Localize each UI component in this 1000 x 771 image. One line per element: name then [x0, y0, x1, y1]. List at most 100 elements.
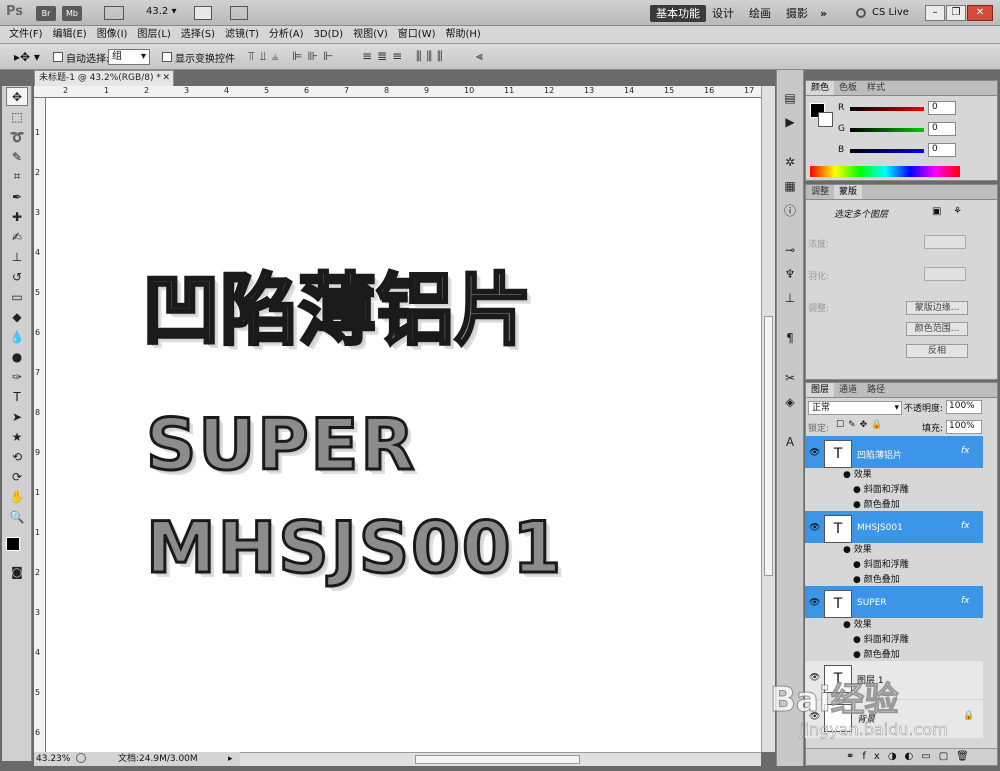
status-arrow-icon[interactable]: ▸ [228, 752, 233, 766]
tab-adjustments[interactable]: 调整 [806, 185, 834, 199]
info-panel-icon[interactable]: ⓘ [780, 200, 800, 220]
color-spectrum-bar[interactable] [810, 166, 960, 177]
history-panel-icon[interactable]: ▤ [780, 88, 800, 108]
actions-panel-icon[interactable]: ▶ [780, 112, 800, 132]
layer-name[interactable]: 凹陷薄铝片 [857, 448, 902, 461]
tab-styles[interactable]: 样式 [862, 81, 890, 95]
channel-g-slider[interactable] [850, 128, 924, 132]
eraser-tool-icon[interactable]: ▭ [6, 287, 28, 306]
layer-name[interactable]: SUPER [857, 598, 887, 608]
close-button[interactable]: ✕ [967, 5, 993, 21]
eye-icon[interactable]: ● [853, 500, 864, 510]
foreground-color-swatch[interactable] [6, 537, 20, 551]
auto-select-checkbox[interactable] [53, 52, 63, 62]
tab-masks[interactable]: 蒙版 [834, 185, 863, 199]
menu-3d[interactable]: 3D(D) [309, 26, 349, 43]
channel-r-input[interactable]: 0 [928, 101, 956, 115]
channel-b-slider[interactable] [850, 149, 924, 153]
eyedropper-tool-icon[interactable]: ✒ [6, 187, 28, 206]
tool-presets-panel-icon[interactable]: ⊥ [780, 288, 800, 308]
effect-bevel-row[interactable]: ● 斜面和浮雕 [805, 633, 983, 648]
workspace-essentials[interactable]: 基本功能 [650, 5, 706, 22]
more-workspaces-button[interactable]: » [814, 5, 833, 22]
zoom-tool-icon[interactable]: 🔍 [6, 507, 28, 526]
paragraph-panel-icon[interactable]: ¶ [780, 328, 800, 348]
document-tab[interactable]: 未标题-1 @ 43.2%(RGB/8) * ✕ [34, 70, 174, 86]
healing-brush-tool-icon[interactable]: ✚ [6, 207, 28, 226]
fx-badge[interactable]: fx [961, 596, 970, 606]
screen-mode-icon[interactable] [230, 6, 248, 20]
brush-tool-icon[interactable]: ✍ [6, 227, 28, 246]
tab-color[interactable]: 颜色 [806, 81, 835, 95]
3d-orbit-tool-icon[interactable]: ⟳ [6, 467, 28, 486]
pen-tool-icon[interactable]: ✑ [6, 367, 28, 386]
horizontal-scroll-thumb[interactable] [415, 755, 580, 764]
eye-icon[interactable]: 👁 [809, 598, 820, 608]
menu-filter[interactable]: 滤镜(T) [220, 26, 264, 43]
view-extras-icon[interactable] [104, 6, 124, 20]
eye-icon[interactable]: ● [853, 575, 864, 585]
shape-tool-icon[interactable]: ★ [6, 427, 28, 446]
crop-tool-icon[interactable]: ⌗ [6, 167, 28, 186]
auto-align-icon[interactable]: ⫷ [476, 49, 483, 64]
menu-analysis[interactable]: 分析(A) [264, 26, 309, 43]
path-select-tool-icon[interactable]: ➤ [6, 407, 28, 426]
menu-window[interactable]: 窗口(W) [393, 26, 441, 43]
layer-name[interactable]: MHSJS001 [857, 523, 903, 533]
menu-select[interactable]: 选择(S) [176, 26, 220, 43]
fill-input[interactable]: 100% [946, 420, 982, 434]
tools-extra-panel-icon[interactable]: ✂ [780, 368, 800, 388]
eye-icon[interactable]: 👁 [809, 448, 820, 458]
clone-source-panel-icon[interactable]: ♆ [780, 264, 800, 284]
bridge-button[interactable]: Br [36, 6, 56, 21]
blend-mode-dropdown[interactable]: 正常 ▾ [808, 401, 902, 415]
menu-file[interactable]: 文件(F) [4, 26, 48, 43]
distribute-buttons-icon[interactable]: ≡≣≡ ⫼⫼⫼ [362, 49, 448, 64]
brush-presets-panel-icon[interactable]: ⊸ [780, 240, 800, 260]
align-buttons-icon[interactable]: ⫪⫫⫨ ⊫⊪⊩ [248, 49, 338, 64]
effect-bevel-row[interactable]: ● 斜面和浮雕 [805, 558, 983, 573]
tab-swatches[interactable]: 色板 [834, 81, 862, 95]
history-brush-tool-icon[interactable]: ↺ [6, 267, 28, 286]
menu-edit[interactable]: 编辑(E) [48, 26, 92, 43]
move-tool-preset-icon[interactable]: ▸✥ ▾ [14, 50, 40, 64]
eye-icon[interactable]: ● [853, 650, 864, 660]
eye-icon[interactable]: ● [853, 485, 864, 495]
hand-tool-icon[interactable]: ✋ [6, 487, 28, 506]
feather-input[interactable] [924, 267, 966, 281]
eye-icon[interactable]: ● [843, 620, 854, 630]
blur-tool-icon[interactable]: 💧 [6, 327, 28, 346]
move-tool-icon[interactable]: ✥ [6, 87, 28, 106]
mini-bridge-button[interactable]: Mb [62, 6, 82, 21]
tab-layers[interactable]: 图层 [806, 383, 835, 397]
channel-g-input[interactable]: 0 [928, 122, 956, 136]
menu-view[interactable]: 视图(V) [348, 26, 393, 43]
clone-stamp-tool-icon[interactable]: ⊥ [6, 247, 28, 266]
eye-icon[interactable]: ● [853, 635, 864, 645]
close-document-icon[interactable]: ✕ [162, 71, 170, 85]
histogram-panel-icon[interactable]: ▦ [780, 176, 800, 196]
quick-mask-icon[interactable]: ◙ [6, 562, 28, 581]
mask-edge-button[interactable]: 蒙版边缘... [906, 301, 968, 315]
menu-layer[interactable]: 图层(L) [132, 26, 175, 43]
workspace-design[interactable]: 设计 [706, 5, 740, 22]
lock-icons[interactable]: ☐✎✥🔒 [836, 420, 886, 430]
3d-panel-icon[interactable]: ◈ [780, 392, 800, 412]
vertical-scrollbar[interactable] [761, 86, 775, 752]
fx-badge[interactable]: fx [961, 446, 970, 456]
show-transform-checkbox[interactable] [162, 52, 172, 62]
restore-button[interactable]: ❐ [946, 5, 966, 21]
vertical-scroll-thumb[interactable] [764, 316, 773, 576]
tab-paths[interactable]: 路径 [862, 383, 890, 397]
navigator-panel-icon[interactable]: ✲ [780, 152, 800, 172]
eye-icon[interactable]: ● [843, 470, 854, 480]
effect-bevel-row[interactable]: ● 斜面和浮雕 [805, 483, 983, 498]
color-range-button[interactable]: 颜色范围... [906, 322, 968, 336]
workspace-painting[interactable]: 绘画 [743, 5, 777, 22]
opacity-input[interactable]: 100% [946, 400, 982, 414]
color-background-swatch[interactable] [818, 112, 833, 127]
tab-channels[interactable]: 通道 [834, 383, 862, 397]
invert-button[interactable]: 反相 [906, 344, 968, 358]
auto-select-dropdown[interactable]: 组 ▾ [108, 49, 150, 65]
eye-icon[interactable]: ● [853, 560, 864, 570]
